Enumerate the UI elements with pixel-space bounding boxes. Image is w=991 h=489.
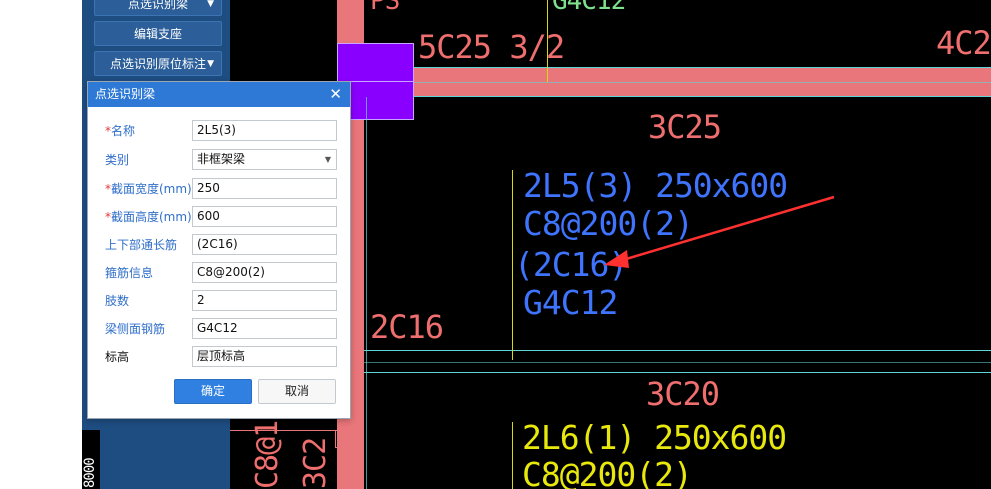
category-value: 非框架梁 [197, 152, 246, 166]
canvas-left-strip: 8000 [82, 430, 100, 489]
label-height: *截面高度(mm) [105, 208, 192, 225]
name-input[interactable]: 2L5(3) [192, 120, 337, 141]
label-side-bar-text: 梁侧面钢筋 [105, 322, 166, 336]
height-input[interactable]: 600 [192, 206, 337, 227]
label-width: *截面宽度(mm) [105, 180, 192, 197]
label-height-text: 截面高度(mm) [111, 210, 192, 224]
label-elevation: 标高 [105, 348, 129, 365]
close-icon[interactable]: ✕ [329, 82, 342, 107]
recognize-annotation-label: 点选识别原位标注 [109, 57, 206, 71]
recognize-beam-button[interactable]: 点选识别梁 ▼ [94, 0, 222, 16]
recognize-beam-dialog: 点选识别梁 ✕ *名称 2L5(3) 类别 非框架梁 ▼ *截面宽度(mm) 2… [87, 81, 351, 419]
recognize-beam-label: 点选识别梁 [127, 0, 188, 11]
label-category: 类别 [105, 151, 129, 168]
caret-down-icon[interactable]: ▼ [325, 150, 331, 169]
through-bar-input[interactable]: (2C16) [192, 234, 337, 255]
dialog-header: 点选识别梁 ✕ [88, 82, 350, 107]
caret-down-icon[interactable]: ▼ [207, 52, 214, 77]
label-width-text: 截面宽度(mm) [111, 182, 192, 196]
label-name-text: 名称 [111, 124, 136, 138]
recognize-annotation-button[interactable]: 点选识别原位标注 ▼ [94, 51, 222, 76]
label-elevation-text: 标高 [105, 350, 130, 364]
elevation-input[interactable]: 层顶标高 [192, 346, 337, 367]
label-category-text: 类别 [105, 153, 130, 167]
vertical-label-3: 8000 [82, 458, 98, 488]
ok-button[interactable]: 确定 [174, 379, 252, 404]
label-stirrup-text: 箍筋信息 [105, 266, 154, 280]
label-legs: 肢数 [105, 292, 129, 309]
edit-support-button[interactable]: 编辑支座 [94, 21, 222, 46]
stirrup-input[interactable]: C8@200(2) [192, 262, 337, 283]
label-name: *名称 [105, 122, 135, 139]
caret-down-icon[interactable]: ▼ [207, 0, 214, 17]
legs-input[interactable]: 2 [192, 290, 337, 311]
label-side-bar: 梁侧面钢筋 [105, 320, 165, 337]
dialog-title: 点选识别梁 [95, 87, 156, 101]
side-bar-input[interactable]: G4C12 [192, 318, 337, 339]
edit-support-label: 编辑支座 [133, 27, 182, 41]
label-through-bar: 上下部通长筋 [105, 236, 177, 253]
width-input[interactable]: 250 [192, 178, 337, 199]
label-stirrup: 箍筋信息 [105, 264, 153, 281]
category-select[interactable]: 非框架梁 ▼ [192, 149, 337, 170]
label-through-bar-text: 上下部通长筋 [105, 238, 178, 252]
cancel-button[interactable]: 取消 [258, 379, 336, 404]
label-legs-text: 肢数 [105, 294, 130, 308]
